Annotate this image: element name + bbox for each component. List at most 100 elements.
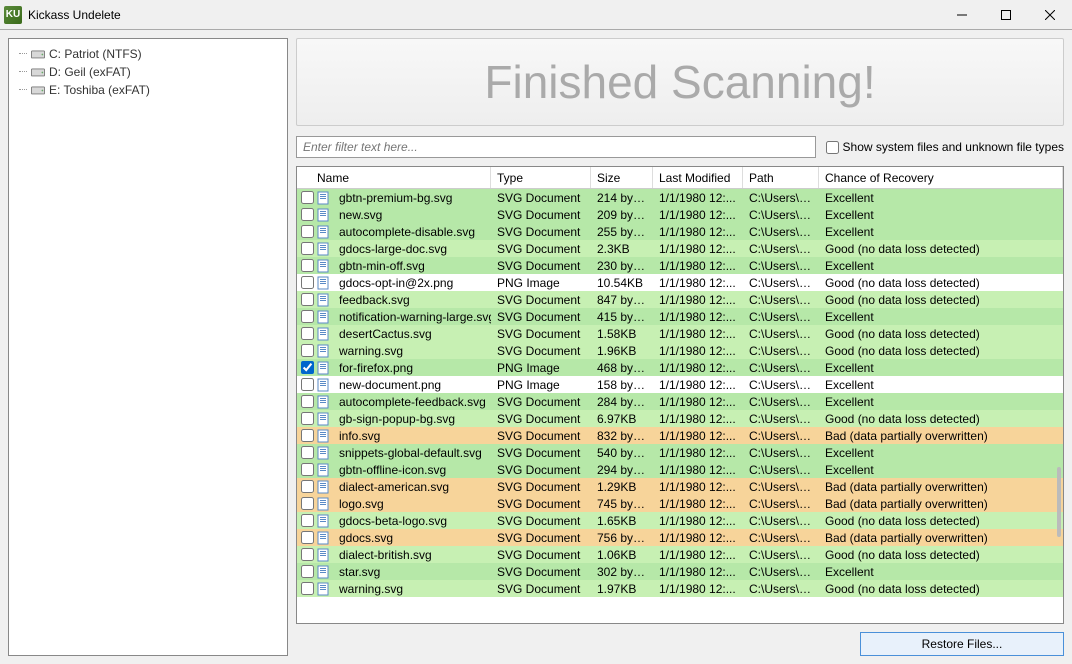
- cell-name: feedback.svg: [333, 293, 491, 307]
- cell-size: 6.97KB: [591, 412, 653, 426]
- row-checkbox[interactable]: [301, 344, 314, 357]
- row-checkbox[interactable]: [301, 497, 314, 510]
- table-row[interactable]: gdocs-large-doc.svgSVG Document2.3KB1/1/…: [297, 240, 1063, 257]
- table-row[interactable]: info.svgSVG Document832 bytes1/1/1980 12…: [297, 427, 1063, 444]
- maximize-button[interactable]: [984, 0, 1028, 30]
- restore-files-button[interactable]: Restore Files...: [860, 632, 1064, 656]
- show-system-files-label: Show system files and unknown file types: [843, 140, 1064, 154]
- cell-name: gbtn-min-off.svg: [333, 259, 491, 273]
- table-row[interactable]: autocomplete-feedback.svgSVG Document284…: [297, 393, 1063, 410]
- row-checkbox[interactable]: [301, 514, 314, 527]
- cell-modified: 1/1/1980 12:...: [653, 293, 743, 307]
- cell-recovery: Excellent: [819, 463, 1063, 477]
- drive-item[interactable]: C: Patriot (NTFS): [13, 45, 283, 63]
- table-row[interactable]: new-document.pngPNG Image158 bytes1/1/19…: [297, 376, 1063, 393]
- col-header-name[interactable]: Name: [311, 167, 491, 188]
- cell-size: 158 bytes: [591, 378, 653, 392]
- cell-type: SVG Document: [491, 497, 591, 511]
- cell-modified: 1/1/1980 12:...: [653, 327, 743, 341]
- cell-name: autocomplete-feedback.svg: [333, 395, 491, 409]
- row-checkbox[interactable]: [301, 565, 314, 578]
- row-checkbox[interactable]: [301, 446, 314, 459]
- table-row[interactable]: gbtn-premium-bg.svgSVG Document214 bytes…: [297, 189, 1063, 206]
- row-checkbox[interactable]: [301, 548, 314, 561]
- table-row[interactable]: warning.svgSVG Document1.96KB1/1/1980 12…: [297, 342, 1063, 359]
- drive-item[interactable]: D: Geil (exFAT): [13, 63, 283, 81]
- cell-size: 1.29KB: [591, 480, 653, 494]
- row-checkbox[interactable]: [301, 191, 314, 204]
- row-checkbox[interactable]: [301, 582, 314, 595]
- row-checkbox[interactable]: [301, 242, 314, 255]
- col-header-path[interactable]: Path: [743, 167, 819, 188]
- cell-name: gbtn-premium-bg.svg: [333, 191, 491, 205]
- col-header-modified[interactable]: Last Modified: [653, 167, 743, 188]
- cell-name: gdocs-beta-logo.svg: [333, 514, 491, 528]
- scrollbar-thumb[interactable]: [1057, 467, 1061, 537]
- show-system-files-check[interactable]: [826, 141, 839, 154]
- row-checkbox[interactable]: [301, 378, 314, 391]
- cell-name: autocomplete-disable.svg: [333, 225, 491, 239]
- row-checkbox[interactable]: [301, 208, 314, 221]
- row-checkbox[interactable]: [301, 276, 314, 289]
- show-system-files-checkbox[interactable]: Show system files and unknown file types: [826, 140, 1064, 154]
- row-checkbox[interactable]: [301, 361, 314, 374]
- table-row[interactable]: gdocs-beta-logo.svgSVG Document1.65KB1/1…: [297, 512, 1063, 529]
- filter-input[interactable]: [296, 136, 816, 158]
- table-row[interactable]: notification-warning-large.svgSVG Docume…: [297, 308, 1063, 325]
- table-row[interactable]: gbtn-offline-icon.svgSVG Document294 byt…: [297, 461, 1063, 478]
- results-grid: Name Type Size Last Modified Path Chance…: [296, 166, 1064, 624]
- row-checkbox[interactable]: [301, 395, 314, 408]
- cell-recovery: Good (no data loss detected): [819, 276, 1063, 290]
- row-checkbox[interactable]: [301, 463, 314, 476]
- table-row[interactable]: gb-sign-popup-bg.svgSVG Document6.97KB1/…: [297, 410, 1063, 427]
- table-row[interactable]: star.svgSVG Document302 bytes1/1/1980 12…: [297, 563, 1063, 580]
- cell-type: SVG Document: [491, 327, 591, 341]
- table-row[interactable]: desertCactus.svgSVG Document1.58KB1/1/19…: [297, 325, 1063, 342]
- row-checkbox[interactable]: [301, 531, 314, 544]
- cell-path: C:\Users\M...: [743, 225, 819, 239]
- cell-modified: 1/1/1980 12:...: [653, 480, 743, 494]
- cell-type: SVG Document: [491, 225, 591, 239]
- cell-size: 284 bytes: [591, 395, 653, 409]
- drive-label: E: Toshiba (exFAT): [49, 83, 150, 97]
- col-header-size[interactable]: Size: [591, 167, 653, 188]
- drive-item[interactable]: E: Toshiba (exFAT): [13, 81, 283, 99]
- cell-type: SVG Document: [491, 582, 591, 596]
- table-row[interactable]: gdocs-opt-in@2x.pngPNG Image10.54KB1/1/1…: [297, 274, 1063, 291]
- row-checkbox[interactable]: [301, 310, 314, 323]
- row-checkbox[interactable]: [301, 429, 314, 442]
- cell-type: PNG Image: [491, 378, 591, 392]
- row-checkbox[interactable]: [301, 293, 314, 306]
- table-row[interactable]: new.svgSVG Document209 bytes1/1/1980 12:…: [297, 206, 1063, 223]
- cell-recovery: Bad (data partially overwritten): [819, 480, 1063, 494]
- cell-type: SVG Document: [491, 259, 591, 273]
- table-row[interactable]: feedback.svgSVG Document847 bytes1/1/198…: [297, 291, 1063, 308]
- app-icon: KU: [4, 6, 22, 24]
- row-checkbox[interactable]: [301, 327, 314, 340]
- table-row[interactable]: gdocs.svgSVG Document756 bytes1/1/1980 1…: [297, 529, 1063, 546]
- cell-modified: 1/1/1980 12:...: [653, 310, 743, 324]
- row-checkbox[interactable]: [301, 480, 314, 493]
- minimize-button[interactable]: [940, 0, 984, 30]
- row-checkbox[interactable]: [301, 412, 314, 425]
- table-row[interactable]: snippets-global-default.svgSVG Document5…: [297, 444, 1063, 461]
- table-row[interactable]: warning.svgSVG Document1.97KB1/1/1980 12…: [297, 580, 1063, 597]
- table-row[interactable]: dialect-british.svgSVG Document1.06KB1/1…: [297, 546, 1063, 563]
- cell-type: SVG Document: [491, 565, 591, 579]
- col-header-recovery[interactable]: Chance of Recovery: [819, 167, 1063, 188]
- table-row[interactable]: gbtn-min-off.svgSVG Document230 bytes1/1…: [297, 257, 1063, 274]
- table-row[interactable]: for-firefox.pngPNG Image468 bytes1/1/198…: [297, 359, 1063, 376]
- row-checkbox[interactable]: [301, 259, 314, 272]
- col-header-type[interactable]: Type: [491, 167, 591, 188]
- table-row[interactable]: autocomplete-disable.svgSVG Document255 …: [297, 223, 1063, 240]
- cell-recovery: Good (no data loss detected): [819, 514, 1063, 528]
- grid-header[interactable]: Name Type Size Last Modified Path Chance…: [297, 167, 1063, 189]
- table-row[interactable]: logo.svgSVG Document745 bytes1/1/1980 12…: [297, 495, 1063, 512]
- close-button[interactable]: [1028, 0, 1072, 30]
- row-checkbox[interactable]: [301, 225, 314, 238]
- cell-path: C:\Users\M...: [743, 429, 819, 443]
- cell-modified: 1/1/1980 12:...: [653, 225, 743, 239]
- cell-name: dialect-british.svg: [333, 548, 491, 562]
- cell-size: 415 bytes: [591, 310, 653, 324]
- table-row[interactable]: dialect-american.svgSVG Document1.29KB1/…: [297, 478, 1063, 495]
